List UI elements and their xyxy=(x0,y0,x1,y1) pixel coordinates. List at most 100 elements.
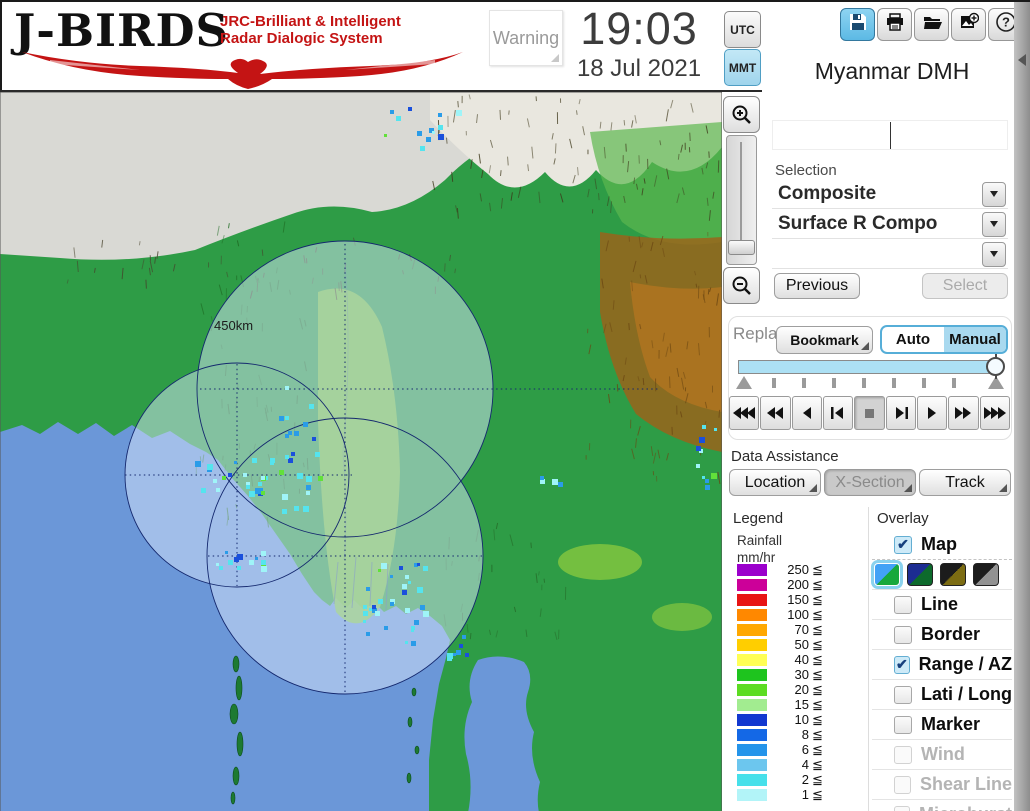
timeline-handle[interactable] xyxy=(986,357,1005,376)
stop-button[interactable] xyxy=(854,396,885,430)
overlay-item-border[interactable]: Border xyxy=(872,620,1012,650)
chevron-down-icon xyxy=(990,191,998,197)
overlay-item-map[interactable]: ✔ Map xyxy=(872,530,1012,560)
overlay-item-shear-line[interactable]: Shear Line xyxy=(872,770,1012,800)
save-icon xyxy=(848,12,868,37)
da-button-label: Track xyxy=(945,473,985,491)
overlay-item-label: Border xyxy=(921,624,981,644)
legend-value: 4 xyxy=(801,757,809,772)
forward-fast-button[interactable] xyxy=(979,396,1010,430)
map-style-1-selected[interactable] xyxy=(871,560,903,589)
selection-dropdown-2[interactable]: Surface R Compo xyxy=(772,210,1008,239)
overlay-item-microburst[interactable]: Microburst xyxy=(872,800,1012,811)
map-style-3[interactable] xyxy=(940,563,966,586)
legend-swatch xyxy=(737,593,767,606)
radar-map[interactable]: 450km xyxy=(0,91,728,811)
overlay-item-label: Line xyxy=(921,594,959,614)
clock: 19:03 18 Jul 2021 xyxy=(564,4,714,90)
map-style-swatches xyxy=(871,560,1012,590)
wind-checkbox xyxy=(894,745,912,764)
forward-fast-icon xyxy=(983,407,1006,419)
zoom-in-button[interactable] xyxy=(723,96,760,133)
se-field xyxy=(558,544,642,580)
bookmark-button[interactable]: Bookmark xyxy=(776,326,873,354)
timeline-track[interactable] xyxy=(738,360,996,374)
timeline-tick xyxy=(892,378,896,388)
marker-checkbox[interactable] xyxy=(894,715,912,734)
step-back-button[interactable] xyxy=(822,396,854,430)
chevron-down-icon xyxy=(990,221,998,227)
site-selector[interactable]: Myanmar DMH xyxy=(772,52,1012,90)
lati-long-checkbox[interactable] xyxy=(894,685,912,704)
open-folder-button[interactable] xyxy=(914,8,949,41)
menu-grip-icon xyxy=(809,484,817,492)
timeline-tick xyxy=(802,378,806,388)
capture-add-button[interactable] xyxy=(951,8,986,41)
legend-swatch xyxy=(737,773,767,786)
auto-mode-button[interactable]: Auto xyxy=(882,327,944,352)
dropdown-arrow-button[interactable] xyxy=(982,181,1006,207)
zoom-out-button[interactable] xyxy=(723,267,760,304)
legend-value: 40 xyxy=(794,652,809,667)
legend-entry: 1 ≦ xyxy=(733,787,863,802)
legend-lte-symbol: ≦ xyxy=(812,576,823,592)
warning-button[interactable]: Warning xyxy=(489,10,563,66)
overlay-item-label: Marker xyxy=(921,714,981,734)
legend-lte-symbol: ≦ xyxy=(812,561,823,577)
legend-value: 150 xyxy=(787,592,809,607)
legend-swatch xyxy=(737,788,767,801)
legend-swatch xyxy=(737,668,767,681)
line-checkbox[interactable] xyxy=(894,595,912,614)
forward-button[interactable] xyxy=(948,396,979,430)
panel-collapse-strip[interactable] xyxy=(1014,2,1030,811)
dropdown-arrow-button[interactable] xyxy=(982,241,1006,267)
legend-entry: 200 ≦ xyxy=(733,577,863,592)
data-assistance-label: Data Assistance xyxy=(731,448,839,465)
track-button[interactable]: Track xyxy=(919,469,1011,496)
legend-lte-symbol: ≦ xyxy=(812,606,823,622)
map-style-2[interactable] xyxy=(907,563,933,586)
rewind-button[interactable] xyxy=(760,396,791,430)
location-button[interactable]: Location xyxy=(729,469,821,496)
print-button[interactable] xyxy=(877,8,912,41)
map-style-4[interactable] xyxy=(973,563,999,586)
svg-text:?: ? xyxy=(1002,15,1010,30)
capture-add-icon xyxy=(959,12,979,37)
overlay-item-range-az[interactable]: ✔ Range / AZ xyxy=(872,650,1012,680)
legend-entry: 70 ≦ xyxy=(733,622,863,637)
timeline-tick xyxy=(862,378,866,388)
previous-button[interactable]: Previous xyxy=(774,273,860,299)
warning-label: Warning xyxy=(492,27,560,48)
select-button[interactable]: Select xyxy=(922,273,1008,299)
jbirds-window: J-BIRDS JRC-Brilliant & Intelligent Rada… xyxy=(0,0,1030,811)
overlay-item-wind[interactable]: Wind xyxy=(872,740,1012,770)
dropdown-arrow-button[interactable] xyxy=(982,211,1006,237)
mmt-toggle-button[interactable]: MMT xyxy=(724,49,761,86)
selection-dropdown-3[interactable] xyxy=(772,240,1008,269)
overlay-item-lati-long[interactable]: Lati / Long xyxy=(872,680,1012,710)
manual-mode-button[interactable]: Manual xyxy=(944,327,1006,352)
range-az-checkbox[interactable]: ✔ xyxy=(894,655,910,674)
legend-value: 6 xyxy=(801,742,809,757)
legend-value: 10 xyxy=(794,712,809,727)
zoom-slider-handle[interactable] xyxy=(728,240,755,255)
save-button[interactable] xyxy=(840,8,875,41)
overlay-item-line[interactable]: Line xyxy=(872,590,1012,620)
legend-section-label: Legend xyxy=(733,510,784,527)
play-button[interactable] xyxy=(916,396,948,430)
rewind-fast-button[interactable] xyxy=(729,396,760,430)
select-label: Select xyxy=(942,277,988,294)
map-checkbox[interactable]: ✔ xyxy=(894,535,912,554)
x-section-button[interactable]: X-Section xyxy=(824,469,916,496)
overlay-item-marker[interactable]: Marker xyxy=(872,710,1012,740)
timeline-start-marker[interactable] xyxy=(736,376,752,389)
utc-toggle-button[interactable]: UTC xyxy=(724,11,761,48)
menu-grip-icon xyxy=(999,484,1007,492)
legend-swatch xyxy=(737,578,767,591)
bookmark-grip-icon xyxy=(861,342,869,350)
step-forward-button[interactable] xyxy=(885,396,916,430)
legend-scale: 250 ≦ 200 ≦ 150 ≦ 100 ≦ 70 ≦ 50 ≦ 40 ≦ 3… xyxy=(733,562,863,802)
selection-dropdown-1[interactable]: Composite xyxy=(772,180,1008,209)
play-reverse-button[interactable] xyxy=(791,396,822,430)
border-checkbox[interactable] xyxy=(894,625,912,644)
